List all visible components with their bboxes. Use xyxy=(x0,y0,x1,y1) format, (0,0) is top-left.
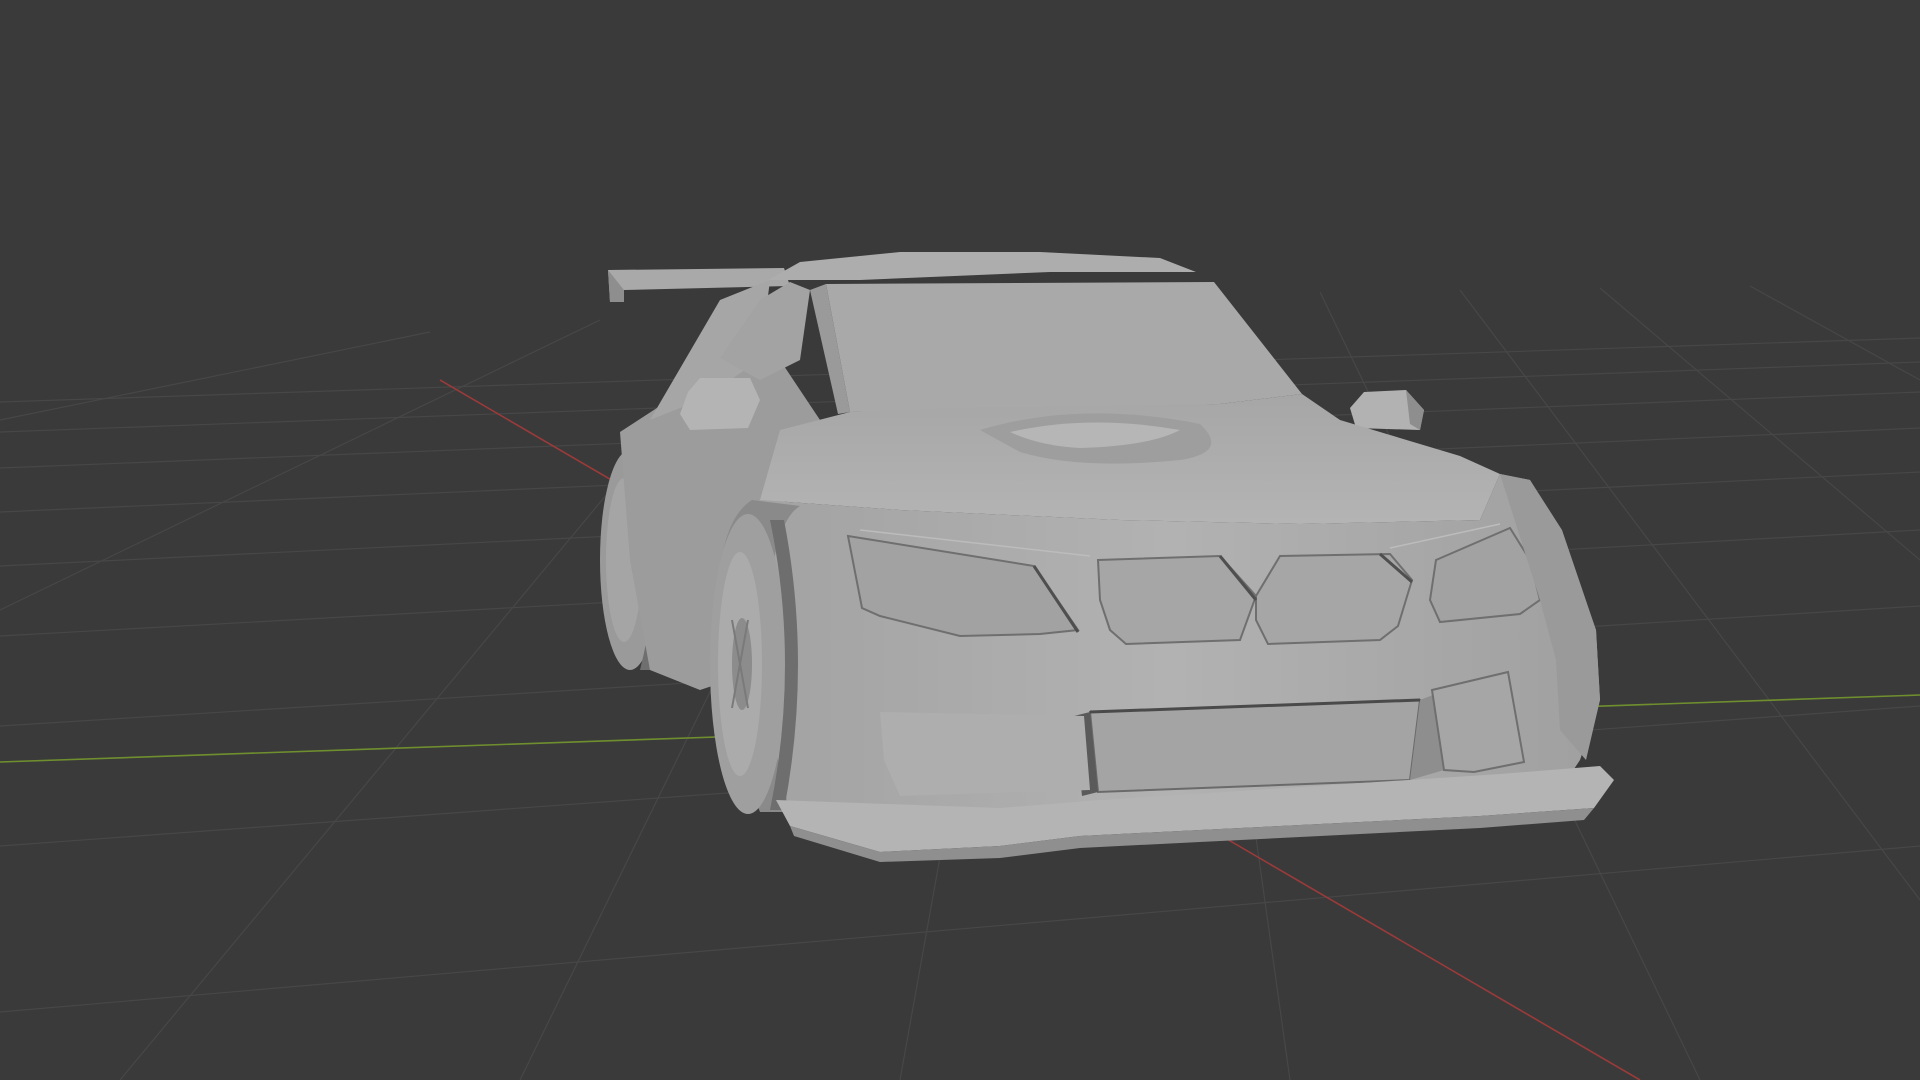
front-wheel xyxy=(710,514,798,814)
right-intake xyxy=(1430,670,1526,774)
grille-right xyxy=(1255,552,1414,646)
viewport-canvas[interactable] xyxy=(0,0,1920,1080)
left-bumper-block xyxy=(880,712,1090,796)
3d-viewport[interactable] xyxy=(0,0,1920,1080)
